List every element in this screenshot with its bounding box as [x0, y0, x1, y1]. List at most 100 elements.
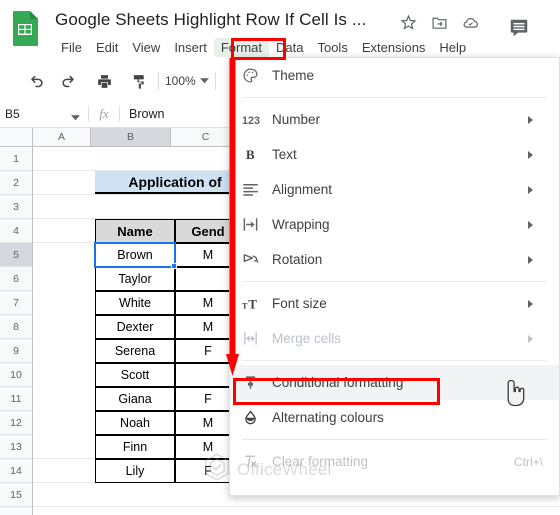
zoom-control[interactable]: 100%	[165, 74, 209, 88]
print-icon[interactable]	[91, 68, 117, 94]
menu-option-alignment[interactable]: Alignment	[230, 172, 559, 207]
bold-b-icon: B	[242, 147, 272, 162]
fill-handle[interactable]	[171, 263, 177, 269]
select-all-corner[interactable]	[0, 128, 33, 147]
column-header-a[interactable]: A	[33, 128, 91, 147]
menu-option-label: Conditional formatting	[272, 375, 404, 390]
row-header-3[interactable]: 3	[0, 195, 33, 219]
row-header-6[interactable]: 6	[0, 267, 33, 291]
row-header-14[interactable]: 14	[0, 459, 33, 483]
row-header-10[interactable]: 10	[0, 363, 33, 387]
title-bar: Google Sheets Highlight Row If Cell Is .…	[0, 0, 560, 60]
google-sheets-window: Google Sheets Highlight Row If Cell Is .…	[0, 0, 560, 515]
submenu-arrow-icon	[528, 299, 533, 308]
svg-text:T: T	[242, 301, 248, 310]
menu-option-number[interactable]: 123 Number	[230, 102, 559, 137]
wrapping-icon	[242, 216, 272, 233]
title-action-icons	[400, 14, 479, 31]
cell-name-11[interactable]: Giana	[95, 387, 175, 411]
conditional-formatting-icon	[242, 374, 272, 391]
menu-option-label: Alignment	[272, 182, 333, 197]
row-header-15[interactable]: 15	[0, 483, 33, 507]
cell-name-6[interactable]: Taylor	[95, 267, 175, 291]
menu-item-tools[interactable]: Tools	[310, 38, 354, 57]
menu-option-wrapping[interactable]: Wrapping	[230, 207, 559, 242]
move-to-folder-icon[interactable]	[431, 14, 448, 31]
row-header-7[interactable]: 7	[0, 291, 33, 315]
name-box[interactable]: B5	[0, 100, 88, 128]
google-sheets-logo	[11, 10, 39, 46]
cell-name-13[interactable]: Finn	[95, 435, 175, 459]
menu-option-merge-cells: Merge cells	[230, 321, 559, 356]
cell-name-12[interactable]: Noah	[95, 411, 175, 435]
cell-name-10[interactable]: Scott	[95, 363, 175, 387]
number-123-icon: 123	[242, 113, 272, 127]
svg-text:B: B	[246, 147, 255, 162]
row-header-11[interactable]: 11	[0, 387, 33, 411]
cell-name-9[interactable]: Serena	[95, 339, 175, 363]
menu-option-label: Alternating colours	[272, 410, 384, 425]
fx-icon: fx	[99, 105, 109, 121]
menu-option-label: Theme	[272, 68, 315, 83]
cell-name-8[interactable]: Dexter	[95, 315, 175, 339]
row-header-12[interactable]: 12	[0, 411, 33, 435]
menu-item-edit[interactable]: Edit	[89, 38, 125, 57]
document-title[interactable]: Google Sheets Highlight Row If Cell Is .…	[55, 10, 366, 30]
menu-option-theme[interactable]: Theme	[230, 58, 559, 93]
menu-item-help[interactable]: Help	[432, 38, 473, 57]
menu-option-label: Wrapping	[272, 217, 330, 232]
comment-icon[interactable]	[505, 14, 533, 42]
menu-option-label: Number	[272, 112, 321, 127]
menu-option-font-size[interactable]: T T Font size	[230, 286, 559, 321]
submenu-arrow-icon	[528, 185, 533, 194]
row-header-13[interactable]: 13	[0, 435, 33, 459]
format-menu-dropdown: Theme 123 Number B Text Alignment Wrappi…	[229, 57, 560, 496]
menu-divider	[242, 97, 547, 98]
cell-name-14[interactable]: Lily	[95, 459, 175, 483]
chevron-down-icon	[71, 111, 80, 125]
menu-option-clear-formatting: Clear formatting Ctrl+\	[230, 444, 559, 479]
menu-item-view[interactable]: View	[125, 38, 167, 57]
submenu-arrow-icon	[528, 255, 533, 264]
menu-option-shortcut: Ctrl+\	[513, 454, 543, 469]
paint-format-icon[interactable]	[126, 68, 152, 94]
cell-name-7[interactable]: White	[95, 291, 175, 315]
submenu-arrow-icon	[528, 115, 533, 124]
menu-item-data[interactable]: Data	[269, 38, 310, 57]
row-header-4[interactable]: 4	[0, 219, 33, 243]
menu-option-label: Rotation	[272, 252, 323, 267]
row-header-8[interactable]: 8	[0, 315, 33, 339]
cloud-saved-icon[interactable]	[462, 14, 479, 31]
menu-item-format[interactable]: Format	[213, 38, 269, 57]
submenu-arrow-icon	[528, 334, 533, 343]
column-header-b[interactable]: B	[91, 128, 171, 147]
row-header-1[interactable]: 1	[0, 147, 33, 171]
alternating-colours-icon	[242, 409, 272, 426]
row-header-5[interactable]: 5	[0, 243, 33, 267]
zoom-value: 100%	[165, 74, 196, 88]
formula-input[interactable]: Brown	[120, 107, 164, 121]
cell-name-5[interactable]: Brown	[95, 243, 175, 267]
menu-option-label: Font size	[272, 296, 327, 311]
star-icon[interactable]	[400, 14, 417, 31]
row-header-2[interactable]: 2	[0, 171, 33, 195]
redo-icon[interactable]	[56, 68, 82, 94]
menu-item-extensions[interactable]: Extensions	[355, 38, 433, 57]
row-header-16[interactable]: 16	[0, 507, 33, 515]
menu-item-insert[interactable]: Insert	[167, 38, 214, 57]
menu-bar: File Edit View Insert Format Data Tools …	[54, 38, 473, 57]
row-header-9[interactable]: 9	[0, 339, 33, 363]
palette-icon	[242, 67, 272, 84]
menu-option-rotation[interactable]: Rotation	[230, 242, 559, 277]
undo-icon[interactable]	[22, 68, 48, 94]
name-box-value: B5	[5, 106, 20, 121]
menu-item-file[interactable]: File	[54, 38, 89, 57]
menu-option-text[interactable]: B Text	[230, 137, 559, 172]
rotation-icon	[242, 251, 272, 268]
clear-formatting-icon	[242, 453, 272, 470]
svg-text:T: T	[248, 297, 257, 311]
menu-divider	[242, 360, 547, 361]
table-header-name[interactable]: Name	[95, 219, 175, 243]
menu-option-label: Merge cells	[272, 331, 342, 346]
alignment-icon	[242, 181, 272, 198]
